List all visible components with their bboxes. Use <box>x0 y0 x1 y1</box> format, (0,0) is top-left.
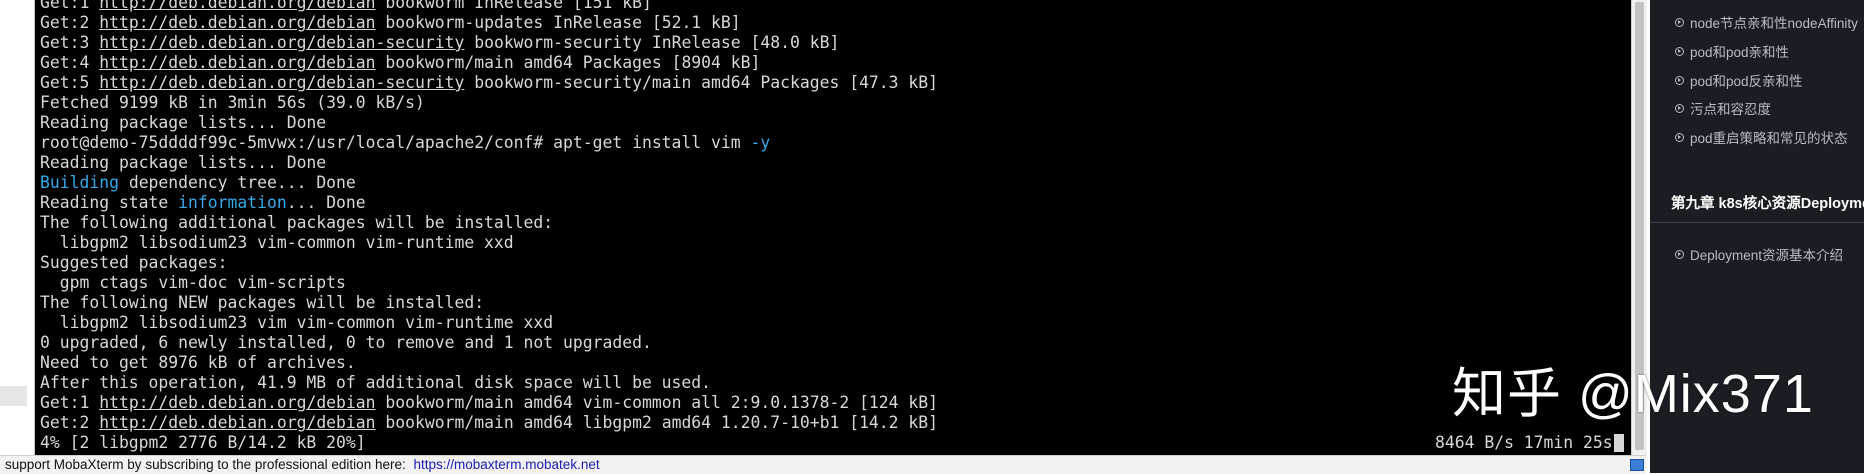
status-bar: support MobaXterm by subscribing to the … <box>0 455 1646 474</box>
terminal-line: Get:2 http://deb.debian.org/debian bookw… <box>40 13 1631 33</box>
mobaxterm-link[interactable]: https://mobaxterm.mobatek.net <box>414 457 600 472</box>
terminal-line: Need to get 8976 kB of archives. <box>40 353 1631 373</box>
terminal-line: libgpm2 libsodium23 vim-common vim-runti… <box>40 233 1631 253</box>
session-selection-marker[interactable] <box>0 386 27 406</box>
toc-item-node-affinity[interactable]: node节点亲和性nodeAffinity <box>1675 12 1858 32</box>
terminal-highlight-text: Building <box>40 173 119 192</box>
terminal-text: gpm ctags vim-doc vim-scripts <box>40 273 346 292</box>
terminal-line: 0 upgraded, 6 newly installed, 0 to remo… <box>40 333 1631 353</box>
status-message: support MobaXterm by subscribing to the … <box>5 457 406 472</box>
terminal-text: Get:5 <box>40 73 100 92</box>
terminal-text: libgpm2 libsodium23 vim-common vim-runti… <box>40 233 514 252</box>
terminal-line: Get:1 http://deb.debian.org/debian bookw… <box>40 0 1631 13</box>
terminal-line: Get:3 http://deb.debian.org/debian-secur… <box>40 33 1631 53</box>
zhihu-watermark: 知乎 @Mix371 <box>1452 364 1814 424</box>
terminal-text: Get:3 <box>40 33 100 52</box>
terminal-line: gpm ctags vim-doc vim-scripts <box>40 273 1631 293</box>
terminal-text: ... Done <box>286 193 366 212</box>
terminal-cursor <box>1613 434 1624 452</box>
play-circle-icon <box>1675 75 1684 85</box>
terminal-line: Get:2 http://deb.debian.org/debian bookw… <box>40 413 1631 433</box>
toc-item-pod-affinity[interactable]: pod和pod亲和性 <box>1675 41 1789 61</box>
terminal-text: The following additional packages will b… <box>40 213 554 232</box>
terminal-url-link[interactable]: http://deb.debian.org/debian <box>99 13 375 33</box>
play-circle-icon <box>1675 103 1684 113</box>
play-circle-icon <box>1675 46 1684 56</box>
terminal-text: bookworm/main amd64 Packages [8904 kB] <box>375 53 761 72</box>
terminal-highlight-text: -y <box>750 133 771 152</box>
terminal-url-link[interactable]: http://deb.debian.org/debian-security <box>99 73 464 93</box>
play-circle-icon <box>1675 132 1684 142</box>
terminal-line: Get:1 http://deb.debian.org/debian bookw… <box>40 393 1631 413</box>
terminal-text: bookworm-security InRelease [48.0 kB] <box>464 33 840 52</box>
toc-chapter-heading[interactable]: 第九章 k8s核心资源Deployment <box>1671 192 1864 213</box>
terminal-line: Fetched 9199 kB in 3min 56s (39.0 kB/s) <box>40 93 1631 113</box>
download-progress-status: 4% [2 libgpm2 2776 B/14.2 kB 20%] <box>40 433 366 452</box>
terminal-text: bookworm-updates InRelease [52.1 kB] <box>375 13 741 32</box>
terminal-text: Get:1 <box>40 393 100 412</box>
toc-divider <box>1650 222 1864 223</box>
play-circle-icon <box>1675 249 1684 259</box>
terminal-line: Reading package lists... Done <box>40 153 1631 173</box>
terminal-line: libgpm2 libsodium23 vim vim-common vim-r… <box>40 313 1631 333</box>
play-circle-icon <box>1675 17 1684 27</box>
download-rate-text: 8464 B/s 17min 25s <box>1435 433 1613 452</box>
terminal-line: Building dependency tree... Done <box>40 173 1631 193</box>
terminal-url-link[interactable]: http://deb.debian.org/debian <box>99 393 375 413</box>
terminal-line: Suggested packages: <box>40 253 1631 273</box>
terminal-line: Reading package lists... Done <box>40 113 1631 133</box>
terminal-output: Get:1 http://deb.debian.org/debian bookw… <box>40 0 1631 453</box>
terminal-url-link[interactable]: http://deb.debian.org/debian <box>99 53 375 73</box>
download-rate-eta: 8464 B/s 17min 25s <box>1435 433 1624 453</box>
session-sidebar <box>0 0 35 455</box>
terminal-window[interactable]: Get:1 http://deb.debian.org/debian bookw… <box>35 0 1631 455</box>
download-progress-line: 4% [2 libgpm2 2776 B/14.2 kB 20%] 8464 B/… <box>40 433 1631 453</box>
terminal-line: After this operation, 41.9 MB of additio… <box>40 373 1631 393</box>
terminal-url-link[interactable]: http://deb.debian.org/debian <box>99 413 375 433</box>
terminal-text: Get:1 <box>40 0 100 12</box>
toc-item-deployment-intro[interactable]: Deployment资源基本介绍 <box>1675 244 1843 264</box>
terminal-text: bookworm-security/main amd64 Packages [4… <box>464 73 939 92</box>
terminal-text: Reading package lists... Done <box>40 113 327 132</box>
toc-item-label: pod重启策略和常见的状态 <box>1690 131 1848 146</box>
toc-item-taints-tolerations[interactable]: 污点和容忍度 <box>1675 98 1771 118</box>
terminal-text: bookworm/main amd64 libgpm2 amd64 1.20.7… <box>375 413 939 432</box>
terminal-text: 0 upgraded, 6 newly installed, 0 to remo… <box>40 333 652 352</box>
toc-item-label: Deployment资源基本介绍 <box>1690 248 1844 263</box>
toc-item-label: pod和pod亲和性 <box>1690 45 1790 60</box>
terminal-text: Reading state <box>40 193 179 212</box>
toc-item-pod-anti-affinity[interactable]: pod和pod反亲和性 <box>1675 70 1803 90</box>
toc-item-pod-restart-policy[interactable]: pod重启策略和常见的状态 <box>1675 127 1848 147</box>
terminal-url-link[interactable]: http://deb.debian.org/debian-security <box>99 33 464 53</box>
terminal-line: The following additional packages will b… <box>40 213 1631 233</box>
toc-item-label: node节点亲和性nodeAffinity <box>1690 16 1858 31</box>
terminal-line: Reading state information... Done <box>40 193 1631 213</box>
terminal-text: After this operation, 41.9 MB of additio… <box>40 373 712 392</box>
terminal-text: bookworm InRelease [151 kB] <box>375 0 652 12</box>
terminal-text: dependency tree... Done <box>118 173 356 192</box>
terminal-text: root@demo-75ddddf99c-5mvwx:/usr/local/ap… <box>40 133 751 152</box>
terminal-text: Need to get 8976 kB of archives. <box>40 353 356 372</box>
terminal-line: Get:5 http://deb.debian.org/debian-secur… <box>40 73 1631 93</box>
terminal-text: The following NEW packages will be insta… <box>40 293 485 312</box>
terminal-line: root@demo-75ddddf99c-5mvwx:/usr/local/ap… <box>40 133 1631 153</box>
terminal-line: Get:4 http://deb.debian.org/debian bookw… <box>40 53 1631 73</box>
terminal-text: Get:4 <box>40 53 100 72</box>
terminal-url-link[interactable]: http://deb.debian.org/debian <box>99 0 375 13</box>
terminal-highlight-text: information <box>178 193 287 212</box>
terminal-text: Get:2 <box>40 413 100 432</box>
terminal-text: libgpm2 libsodium23 vim vim-common vim-r… <box>40 313 554 332</box>
toc-item-label: pod和pod反亲和性 <box>1690 74 1803 89</box>
monitor-icon[interactable] <box>1630 459 1644 471</box>
toc-item-label: 污点和容忍度 <box>1690 102 1771 117</box>
terminal-text: Suggested packages: <box>40 253 228 272</box>
terminal-text: bookworm/main amd64 vim-common all 2:9.0… <box>375 393 939 412</box>
terminal-text: Get:2 <box>40 13 100 32</box>
terminal-line: The following NEW packages will be insta… <box>40 293 1631 313</box>
terminal-text: Reading package lists... Done <box>40 153 327 172</box>
terminal-text: Fetched 9199 kB in 3min 56s (39.0 kB/s) <box>40 93 425 112</box>
